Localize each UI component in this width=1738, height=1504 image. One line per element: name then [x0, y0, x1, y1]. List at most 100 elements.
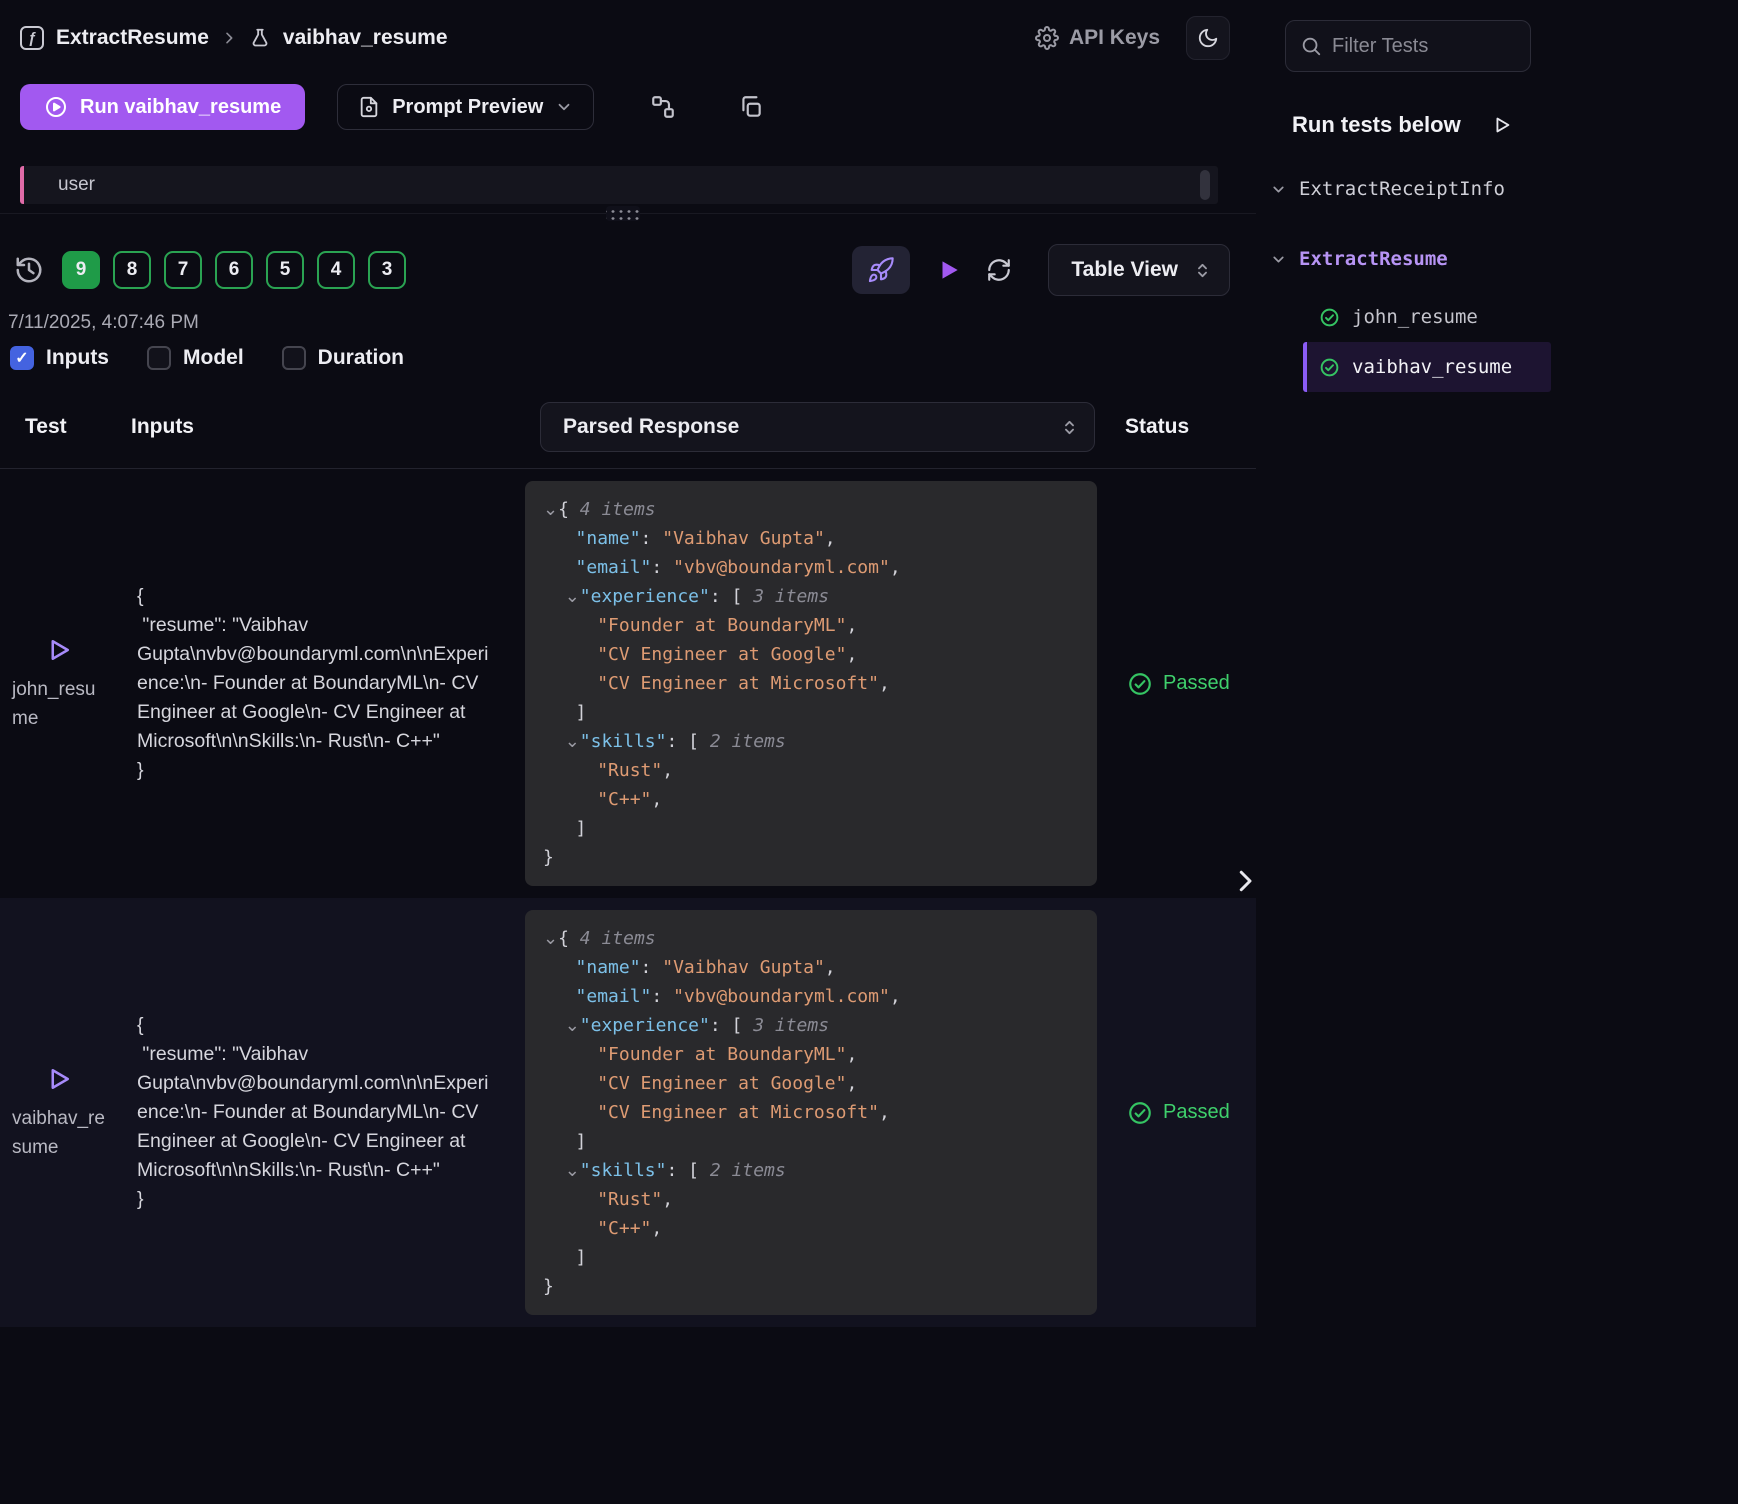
json-token: : [ [710, 586, 753, 607]
model-checkbox-label: Model [183, 346, 244, 370]
history-run-8[interactable]: 8 [113, 251, 151, 289]
tree-group-extract-receipt-info[interactable]: ExtractReceiptInfo [1270, 178, 1738, 200]
check-circle-icon [1127, 1100, 1153, 1126]
history-clock-icon[interactable] [14, 255, 44, 285]
collapse-chevron[interactable]: ⌄ [543, 928, 558, 949]
run-tests-below-button[interactable]: Run tests below [1292, 112, 1738, 138]
json-token [543, 1160, 565, 1181]
panel-splitter [0, 206, 1256, 222]
inputs-checkbox[interactable]: ✓ [10, 346, 34, 370]
chevron-down-icon [1270, 251, 1287, 268]
json-token: "Founder at BoundaryML" [597, 1044, 846, 1065]
main-panel: ƒ ExtractResume vaibhav_resume API Keys [0, 0, 1256, 1504]
run-test-button[interactable]: Run vaibhav_resume [20, 84, 305, 130]
json-token [543, 760, 597, 781]
prompt-preview-label: Prompt Preview [392, 96, 543, 119]
model-checkbox[interactable]: ✓ [147, 346, 171, 370]
breadcrumb-function[interactable]: ExtractResume [56, 26, 209, 50]
rocket-icon [867, 256, 895, 284]
tests-tree: ExtractReceiptInfo ExtractResume john_re… [1270, 178, 1738, 392]
json-token: "Founder at BoundaryML" [597, 615, 846, 636]
history-run-4[interactable]: 4 [317, 251, 355, 289]
breadcrumb-test[interactable]: vaibhav_resume [283, 26, 448, 50]
json-token [543, 644, 597, 665]
json-token: "Rust" [597, 760, 662, 781]
tree-group-extract-resume[interactable]: ExtractResume [1270, 248, 1738, 270]
collapse-chevron[interactable]: ⌄ [543, 499, 558, 520]
json-token: , [879, 673, 890, 694]
prompt-role-label: user [58, 174, 95, 196]
results-table: Test Inputs Parsed Response Status john_… [0, 402, 1256, 1327]
json-token: "CV Engineer at Google" [597, 644, 846, 665]
chevron-down-icon [1270, 181, 1287, 198]
scroll-right-chevron[interactable] [1230, 864, 1260, 898]
top-bar: ƒ ExtractResume vaibhav_resume API Keys [0, 0, 1256, 76]
json-token: "email" [576, 986, 652, 1007]
view-mode-value: Table View [1071, 258, 1178, 282]
json-token: "CV Engineer at Google" [597, 1073, 846, 1094]
filter-duration[interactable]: ✓ Duration [282, 346, 404, 370]
collapse-chevron[interactable]: ⌄ [565, 1015, 580, 1036]
view-mode-select[interactable]: Table View [1048, 244, 1230, 296]
json-token [543, 1044, 597, 1065]
inputs-cell: { "resume": "Vaibhav Gupta\nvbv@boundary… [125, 908, 525, 1317]
json-token: , [825, 528, 836, 549]
history-run-6[interactable]: 6 [215, 251, 253, 289]
play-icon [936, 257, 962, 283]
theme-toggle-button[interactable] [1186, 16, 1230, 60]
history-run-5[interactable]: 5 [266, 251, 304, 289]
json-token [543, 1015, 565, 1036]
tree-item-vaibhav-resume[interactable]: vaibhav_resume [1303, 342, 1551, 392]
json-token: ] [543, 702, 586, 723]
copy-button[interactable] [738, 94, 764, 120]
parsed-response-select[interactable]: Parsed Response [540, 402, 1095, 452]
collapse-chevron[interactable]: ⌄ [565, 731, 580, 752]
json-token [543, 731, 565, 752]
run-row-button[interactable] [44, 1064, 78, 1094]
filter-tests-input[interactable] [1332, 35, 1502, 58]
play-circle-icon [44, 95, 68, 119]
collapse-chevron[interactable]: ⌄ [565, 586, 580, 607]
parsed-cell: ⌄{ 4 items "name": "Vaibhav Gupta", "ema… [525, 908, 1097, 1317]
scrollbar-thumb[interactable] [1200, 170, 1210, 200]
check-circle-icon [1319, 307, 1340, 328]
run-all-button[interactable] [936, 257, 962, 283]
filter-model[interactable]: ✓ Model [147, 346, 244, 370]
history-run-7[interactable]: 7 [164, 251, 202, 289]
json-token: "CV Engineer at Microsoft" [597, 673, 879, 694]
run-history-list: 9 8 7 6 5 4 3 [62, 251, 406, 289]
filter-inputs[interactable]: ✓ Inputs [10, 346, 109, 370]
drag-handle[interactable] [606, 206, 640, 221]
json-token [543, 986, 576, 1007]
workflow-graph-button[interactable] [650, 94, 676, 120]
tree-item-john-resume[interactable]: john_resume [1303, 292, 1551, 342]
json-token: , [662, 1189, 673, 1210]
history-run-9[interactable]: 9 [62, 251, 100, 289]
json-token: "experience" [580, 1015, 710, 1036]
column-filters: ✓ Inputs ✓ Model ✓ Duration [10, 346, 1256, 370]
json-token: } [543, 847, 554, 868]
parsed-response-value: Parsed Response [563, 415, 739, 439]
json-token: "vbv@boundaryml.com" [673, 986, 890, 1007]
search-icon [1300, 35, 1322, 57]
run-test-label: Run vaibhav_resume [80, 96, 281, 119]
json-token: , [846, 1073, 857, 1094]
history-run-3[interactable]: 3 [368, 251, 406, 289]
prompt-preview-dropdown[interactable]: Prompt Preview [337, 84, 594, 130]
json-token [543, 1073, 597, 1094]
prompt-role-section[interactable]: user [20, 166, 1218, 204]
duration-checkbox[interactable]: ✓ [282, 346, 306, 370]
json-token [543, 789, 597, 810]
deploy-rocket-button[interactable] [852, 246, 910, 294]
select-updown-icon [1194, 262, 1211, 279]
refresh-button[interactable] [986, 257, 1012, 283]
json-token: ] [543, 1247, 586, 1268]
test-name: vaibhav_resume [12, 1104, 110, 1162]
json-token: : [ [666, 1160, 709, 1181]
json-token: : [651, 557, 673, 578]
api-keys-button[interactable]: API Keys [1035, 26, 1160, 50]
run-row-button[interactable] [44, 635, 78, 665]
json-token: , [846, 1044, 857, 1065]
filter-tests-field[interactable] [1285, 20, 1531, 72]
collapse-chevron[interactable]: ⌄ [565, 1160, 580, 1181]
